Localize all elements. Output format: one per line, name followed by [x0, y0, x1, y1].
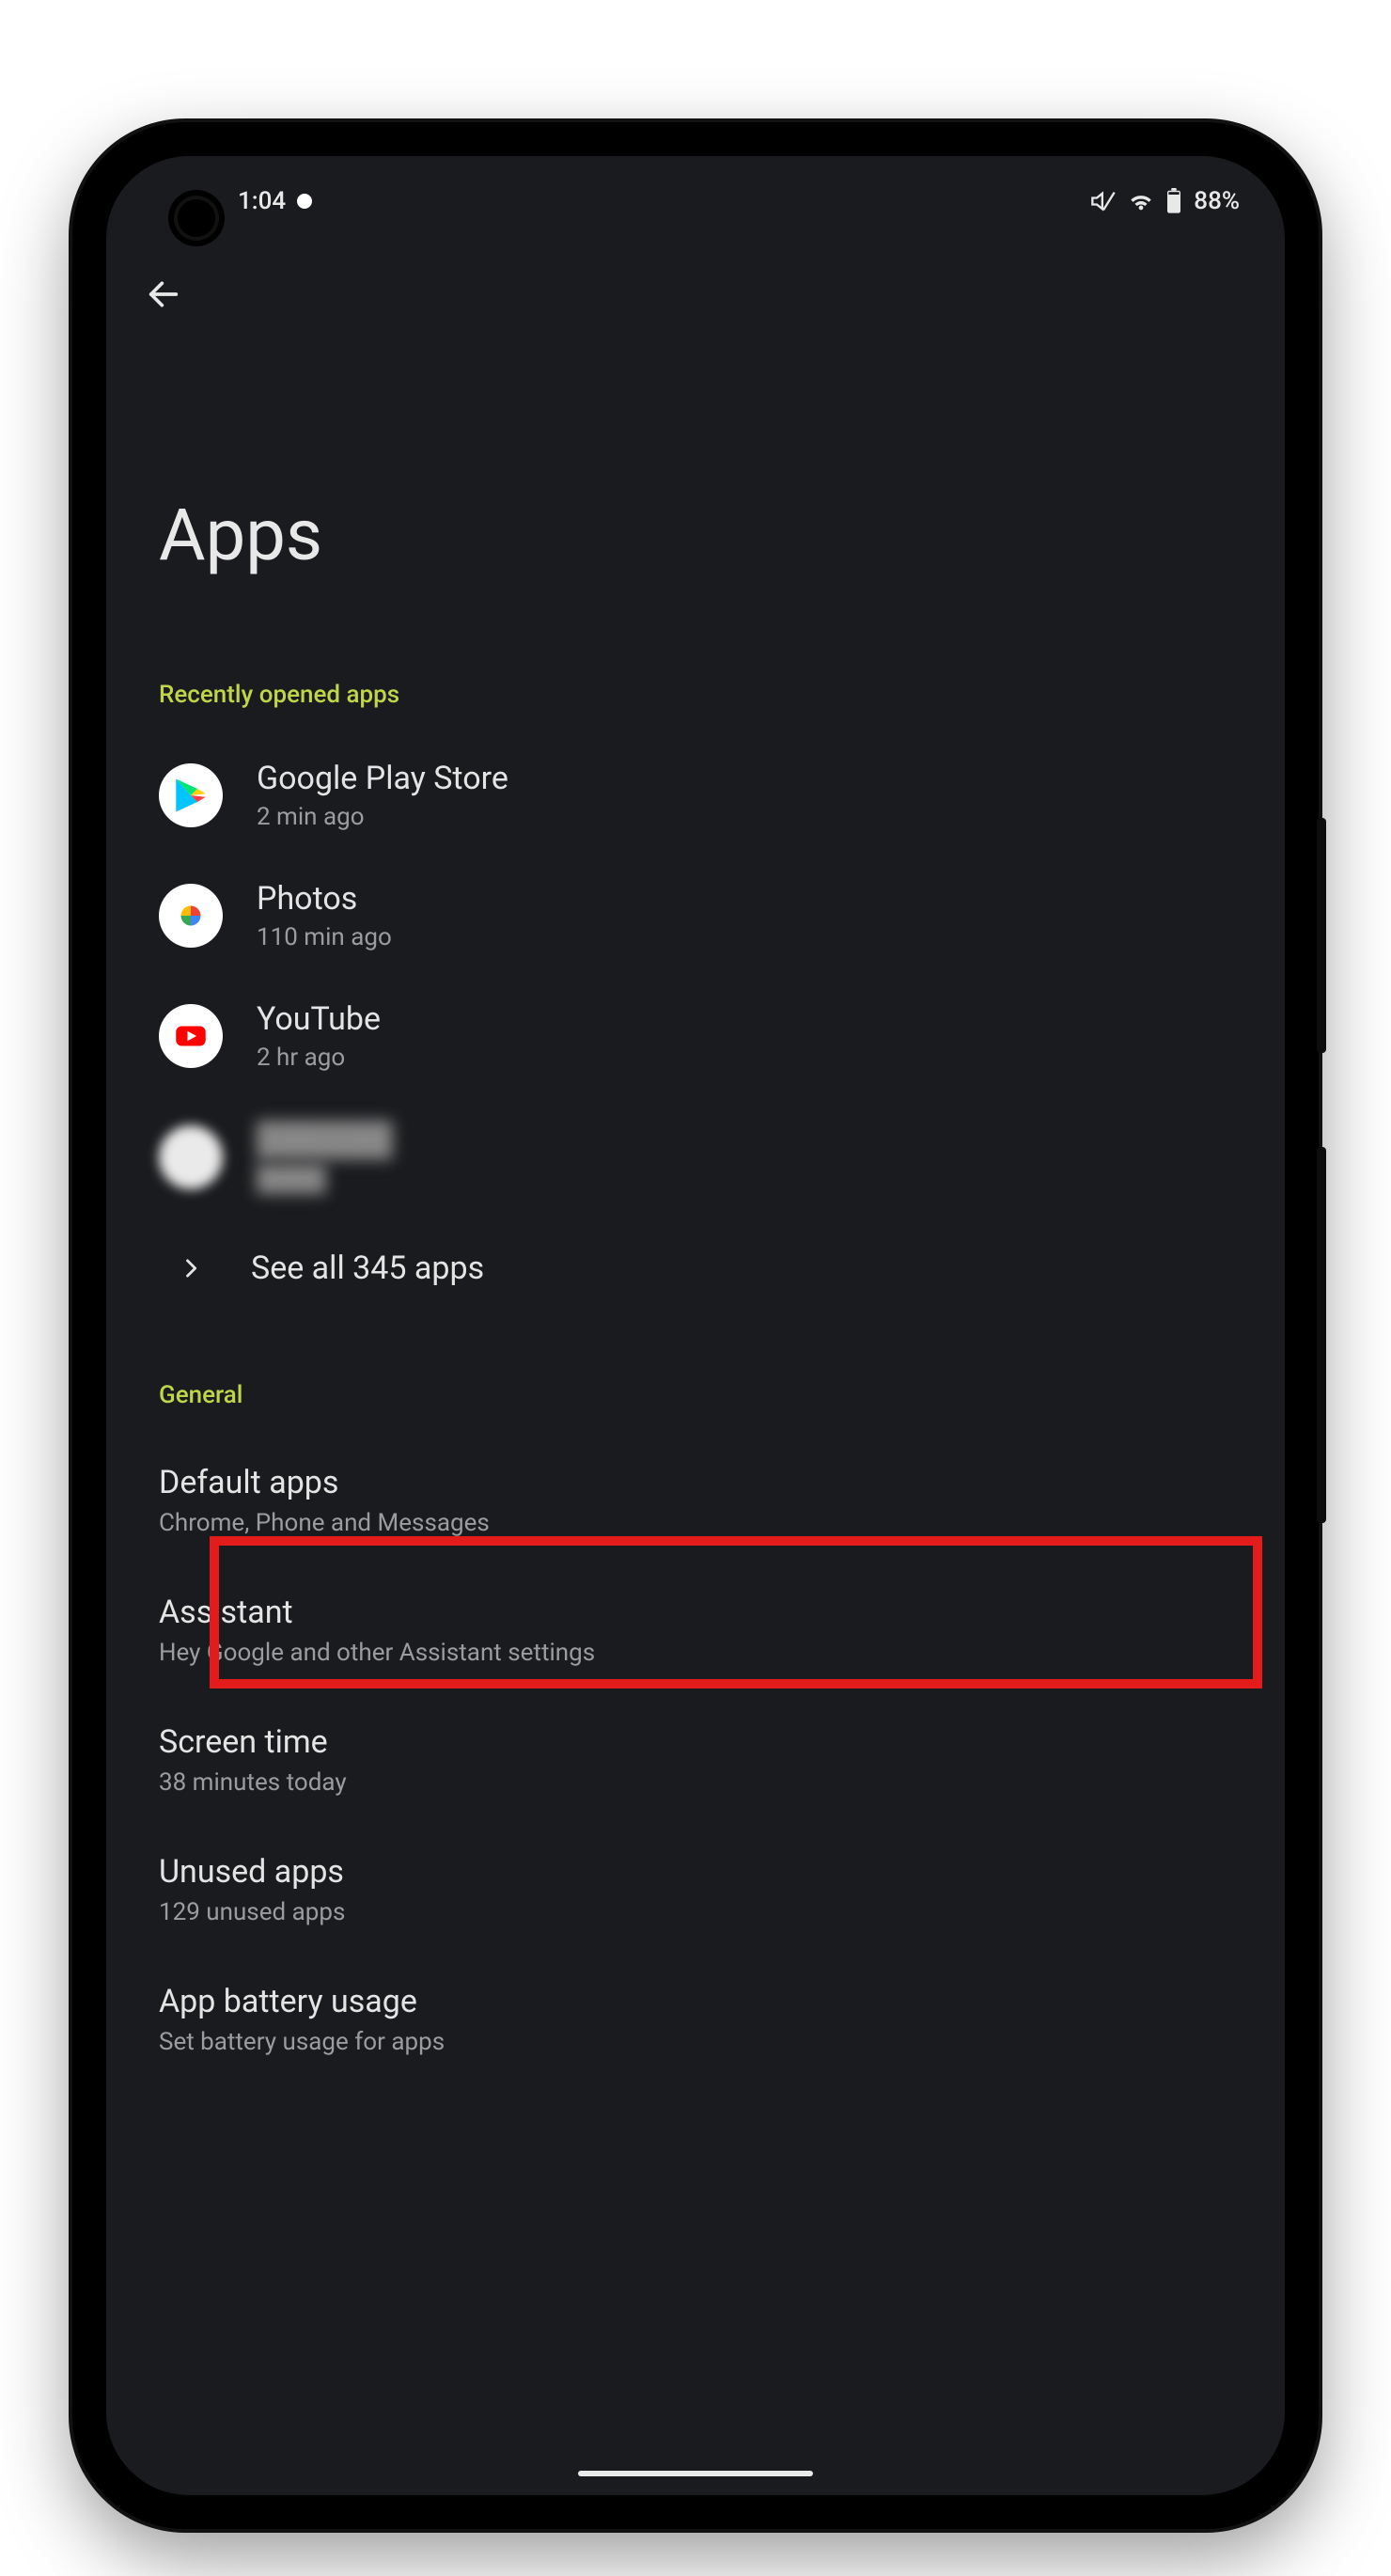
screen: 1:04: [106, 156, 1285, 2495]
home-indicator[interactable]: [578, 2471, 813, 2476]
status-time: 1:04: [238, 187, 286, 215]
settings-title: Unused apps: [159, 1853, 1232, 1891]
battery-icon: [1165, 188, 1182, 214]
settings-sub: 38 minutes today: [159, 1768, 1232, 1797]
section-general-header: General: [159, 1362, 1232, 1436]
wifi-icon: [1128, 190, 1154, 212]
settings-sub: 129 unused apps: [159, 1898, 1232, 1926]
recent-app-item[interactable]: ██████ ████: [159, 1096, 1232, 1217]
app-bar: [106, 246, 1285, 342]
settings-item-unused-apps[interactable]: Unused apps 129 unused apps: [159, 1825, 1232, 1955]
app-name: YouTube: [257, 1000, 381, 1038]
settings-title: Default apps: [159, 1464, 1232, 1501]
status-dot-icon: [297, 194, 312, 209]
settings-sub: Set battery usage for apps: [159, 2028, 1232, 2056]
section-recent-header: Recently opened apps: [159, 662, 1232, 735]
see-all-label: See all 345 apps: [251, 1249, 484, 1287]
chevron-right-icon: [168, 1255, 213, 1281]
settings-item-screen-time[interactable]: Screen time 38 minutes today: [159, 1695, 1232, 1825]
battery-percent: 88%: [1194, 187, 1240, 215]
settings-title: App battery usage: [159, 1983, 1232, 2020]
front-camera: [174, 196, 219, 241]
recent-app-item[interactable]: YouTube 2 hr ago: [159, 976, 1232, 1096]
settings-item-battery-usage[interactable]: App battery usage Set battery usage for …: [159, 1955, 1232, 2084]
recent-app-item[interactable]: Photos 110 min ago: [159, 856, 1232, 976]
app-sub: ████: [257, 1164, 393, 1193]
photos-icon: [159, 884, 223, 948]
mute-icon: [1090, 188, 1117, 214]
app-name: Photos: [257, 880, 392, 918]
blurred-app-icon: [159, 1125, 223, 1189]
back-button[interactable]: [133, 263, 195, 325]
app-sub: 2 hr ago: [257, 1044, 381, 1072]
app-sub: 110 min ago: [257, 923, 392, 951]
settings-title: Assistant: [159, 1594, 1232, 1631]
settings-title: Screen time: [159, 1723, 1232, 1761]
app-sub: 2 min ago: [257, 803, 508, 831]
see-all-apps-button[interactable]: See all 345 apps: [159, 1217, 1232, 1319]
volume-button[interactable]: [1317, 818, 1326, 1053]
settings-item-default-apps[interactable]: Default apps Chrome, Phone and Messages: [159, 1436, 1232, 1565]
youtube-icon: [159, 1004, 223, 1068]
phone-frame: 1:04: [72, 122, 1319, 2529]
app-name: Google Play Store: [257, 760, 508, 797]
settings-sub: Hey Google and other Assistant settings: [159, 1639, 1232, 1667]
status-bar: 1:04: [106, 156, 1285, 246]
play-store-icon: [159, 763, 223, 827]
arrow-left-icon: [145, 275, 182, 313]
page-title: Apps: [106, 342, 1285, 662]
settings-sub: Chrome, Phone and Messages: [159, 1509, 1232, 1537]
recent-app-item[interactable]: Google Play Store 2 min ago: [159, 735, 1232, 856]
power-button[interactable]: [1317, 1147, 1326, 1523]
app-name: ██████: [257, 1121, 393, 1158]
settings-item-assistant[interactable]: Assistant Hey Google and other Assistant…: [159, 1565, 1232, 1695]
